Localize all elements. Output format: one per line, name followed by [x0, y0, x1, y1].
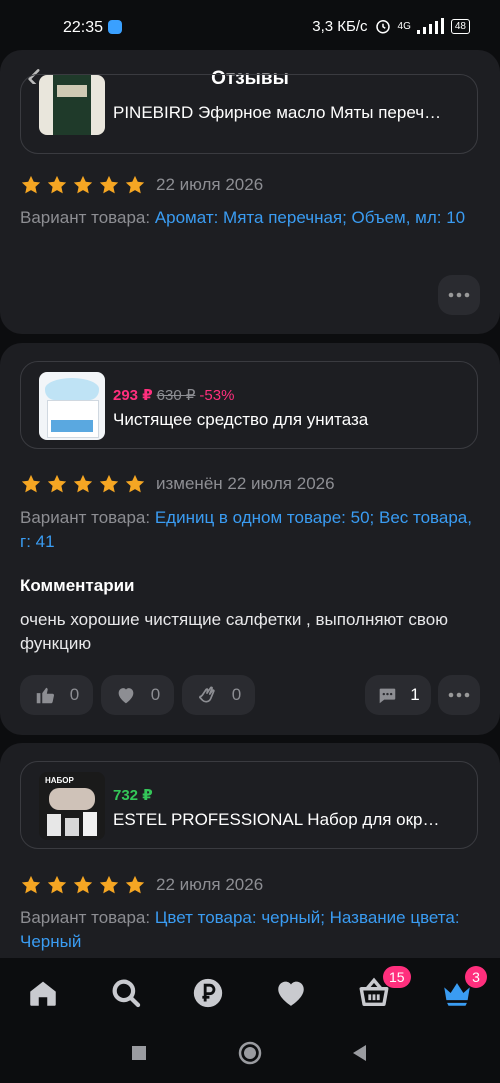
- star-icon: [73, 875, 93, 894]
- product-old-price: 630 ₽: [156, 387, 196, 404]
- product-discount: -53%: [199, 387, 235, 404]
- comments-title: Комментарии: [20, 576, 135, 595]
- system-navigation: [0, 1024, 500, 1083]
- star-icon: [99, 875, 119, 894]
- product-variant: Вариант товара: Цвет товара: черный; Наз…: [20, 906, 478, 954]
- more-options-button[interactable]: [438, 675, 480, 715]
- like-count: 0: [69, 685, 80, 704]
- star-icon: [21, 474, 41, 493]
- product-price: 732 ₽: [113, 787, 153, 804]
- thumbs-up-icon: [36, 687, 54, 704]
- product-name: ESTEL PROFESSIONAL Набор для окр…: [113, 810, 440, 829]
- clap-count: 0: [231, 685, 242, 704]
- product-image: [39, 372, 105, 440]
- variant-value[interactable]: Аромат: Мята перечная; Объем, мл: 10: [155, 208, 465, 227]
- star-icon: [21, 875, 41, 894]
- more-options-button[interactable]: [438, 275, 480, 315]
- network-type: 4G: [397, 20, 411, 32]
- home-icon[interactable]: [26, 976, 60, 1010]
- favorites-heart-icon[interactable]: [274, 976, 308, 1010]
- star-icon: [47, 875, 67, 894]
- home-circle-icon[interactable]: [238, 1041, 262, 1065]
- review-date: 22 июля 2026: [156, 875, 264, 894]
- product-variant: Вариант товара: Аромат: Мята перечная; О…: [20, 206, 478, 230]
- clap-hand-icon: [198, 686, 215, 703]
- status-time: 22:35: [63, 19, 104, 36]
- star-icon: [125, 175, 145, 194]
- comment-icon: [379, 688, 396, 704]
- star-icon: [125, 474, 145, 493]
- review-card: 293 ₽630 ₽ -53% Чистящее средство для уни…: [0, 343, 500, 735]
- variant-label: Вариант товара:: [20, 208, 151, 227]
- review-card: PINEBIRD Эфирное масло Мяты переч… 22 ию…: [0, 74, 500, 334]
- like-button[interactable]: 0: [20, 675, 93, 715]
- variant-label: Вариант товара:: [20, 508, 151, 527]
- more-dots-icon: [448, 692, 470, 698]
- star-icon: [73, 474, 93, 493]
- variant-label: Вариант товара:: [20, 908, 151, 927]
- search-icon[interactable]: [109, 976, 143, 1010]
- star-icon: [73, 175, 93, 194]
- product-link[interactable]: PINEBIRD Эфирное масло Мяты переч…: [20, 74, 478, 154]
- replies-count: 1: [410, 685, 420, 704]
- heart-button[interactable]: 0: [101, 675, 174, 715]
- alarm-icon: [375, 20, 390, 34]
- star-icon: [47, 175, 67, 194]
- product-variant: Вариант товара: Единиц в одном товаре: 5…: [20, 506, 478, 554]
- comment-text: очень хорошие чистящие салфетки , выполн…: [20, 610, 448, 653]
- heart-count: 0: [150, 685, 161, 704]
- product-link[interactable]: НАБОР 732 ₽ ESTEL PROFESSIONAL Набор для…: [20, 761, 478, 849]
- more-dots-icon: [448, 292, 470, 298]
- profile-badge: 3: [465, 966, 487, 988]
- star-rating: 22 июля 2026: [20, 874, 263, 896]
- product-link[interactable]: 293 ₽630 ₽ -53% Чистящее средство для уни…: [20, 361, 478, 449]
- star-icon: [99, 175, 119, 194]
- star-icon: [125, 875, 145, 894]
- network-speed: 3,3 КБ/с: [312, 17, 368, 35]
- clap-button[interactable]: 0: [182, 675, 255, 715]
- heart-icon: [118, 688, 134, 704]
- ruble-payment-icon[interactable]: [191, 976, 225, 1010]
- notification-icon: [108, 20, 122, 34]
- star-rating: изменён 22 июля 2026: [20, 473, 335, 495]
- battery-icon: 48: [450, 18, 470, 34]
- star-icon: [47, 474, 67, 493]
- bottom-navigation: 15 3: [0, 958, 500, 1024]
- product-name: Чистящее средство для унитаза: [113, 410, 369, 429]
- status-bar: 22:35 3,3 КБ/с 4G 48: [0, 0, 500, 50]
- review-date: изменён 22 июля 2026: [156, 474, 335, 493]
- replies-button[interactable]: 1: [365, 675, 431, 715]
- product-name: PINEBIRD Эфирное масло Мяты переч…: [113, 103, 442, 122]
- product-price: 293 ₽: [113, 387, 153, 404]
- star-icon: [99, 474, 119, 493]
- product-image: НАБОР: [39, 772, 105, 840]
- review-date: 22 июля 2026: [156, 175, 264, 194]
- star-icon: [21, 175, 41, 194]
- back-triangle-icon[interactable]: [350, 1043, 368, 1063]
- star-rating: 22 июля 2026: [20, 174, 263, 196]
- cart-badge: 15: [383, 966, 411, 988]
- product-image: [39, 75, 105, 135]
- product-image-caption: НАБОР: [45, 776, 74, 785]
- review-card: НАБОР 732 ₽ ESTEL PROFESSIONAL Набор для…: [0, 743, 500, 958]
- recent-apps-icon[interactable]: [130, 1044, 148, 1062]
- signal-icon: [416, 18, 444, 34]
